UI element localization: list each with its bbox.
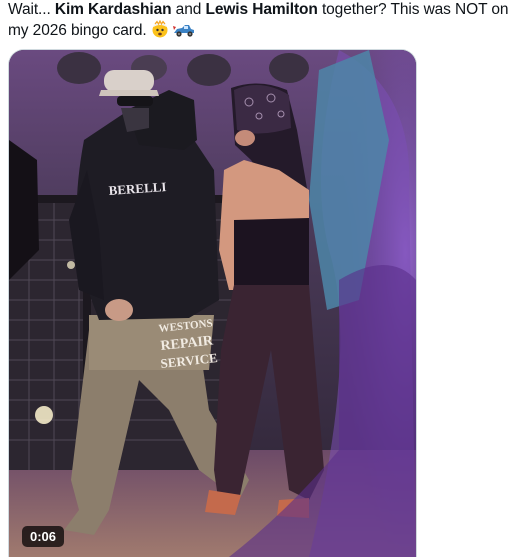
mention-lewis-hamilton: Lewis Hamilton bbox=[205, 1, 318, 18]
shocked-face-icon bbox=[151, 19, 169, 44]
pants-print: WESTONS REPAIR SERVICE bbox=[158, 317, 218, 371]
video-frame: BERELLI WESTONS REPAIR SERVICE bbox=[9, 50, 416, 557]
racing-car-icon bbox=[172, 22, 195, 44]
tweet-text: Wait... Kim Kardashian and Lewis Hamilto… bbox=[8, 0, 528, 44]
video-player[interactable]: BERELLI WESTONS REPAIR SERVICE 0:06 bbox=[8, 49, 417, 557]
video-timestamp: 0:06 bbox=[22, 526, 65, 547]
tweet-text-and: and bbox=[171, 1, 206, 18]
tweet-text-intro: Wait... bbox=[8, 1, 55, 18]
mention-kim-kardashian: Kim Kardashian bbox=[54, 1, 172, 18]
